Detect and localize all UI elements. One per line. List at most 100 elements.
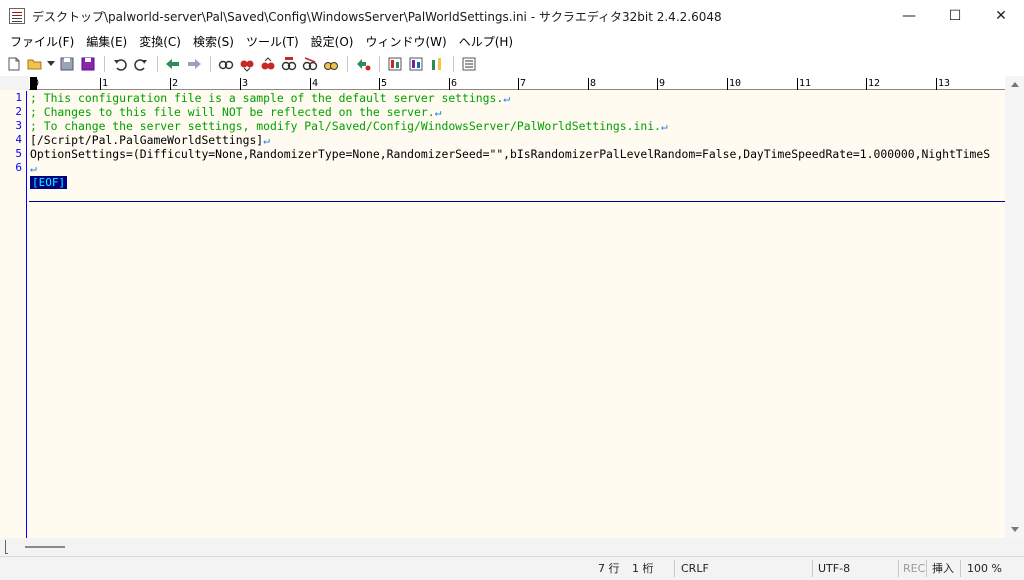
ruler-label: 6 [449, 78, 458, 90]
status-divider [926, 560, 927, 577]
settings-icon[interactable] [427, 54, 447, 74]
ruler-label: 8 [588, 78, 597, 90]
line-number: 6 [15, 161, 22, 174]
sakura-editor-app-icon[interactable] [9, 8, 25, 24]
menu-file[interactable]: ファイル(F) [4, 32, 80, 52]
search-next-icon[interactable] [258, 54, 278, 74]
eol-mark: ↵ [660, 119, 668, 133]
horizontal-scrollbar[interactable] [0, 538, 1024, 556]
jump-back-icon[interactable] [163, 54, 183, 74]
new-file-icon[interactable] [4, 54, 24, 74]
jump-forward-icon[interactable] [184, 54, 204, 74]
toolbar-separator [104, 56, 105, 72]
code-line: [/Script/Pal.PalGameWorldSettings]↵ [30, 133, 270, 147]
line-text: ; This configuration file is a sample of… [30, 91, 504, 105]
line-number: 2 [15, 105, 22, 118]
code-line: ; This configuration file is a sample of… [30, 91, 510, 105]
code-line: OptionSettings=(Difficulty=None,Randomiz… [30, 147, 990, 161]
status-insert-mode[interactable]: 挿入 [932, 557, 954, 580]
maximize-button[interactable]: ☐ [932, 0, 978, 32]
toolbar-separator [210, 56, 211, 72]
menu-bar: ファイル(F) 編集(E) 変換(C) 検索(S) ツール(T) 設定(O) ウ… [0, 32, 1024, 52]
eol-mark: ↵ [263, 133, 271, 147]
outline-icon[interactable] [385, 54, 405, 74]
status-line-ending[interactable]: CRLF [681, 557, 709, 580]
menu-tools[interactable]: ツール(T) [240, 32, 305, 52]
ruler-label: 3 [240, 78, 249, 90]
ruler-label: 0 [31, 78, 40, 90]
line-number: 3 [15, 119, 22, 132]
status-column: 1 桁 [632, 562, 654, 575]
ruler-label: 1 [100, 78, 109, 90]
text-content[interactable]: ; This configuration file is a sample of… [29, 91, 1005, 538]
split-box-icon[interactable] [5, 540, 8, 554]
menu-window[interactable]: ウィンドウ(W) [359, 32, 452, 52]
line-number-gutter[interactable]: 1 2 3 4 5 6 [0, 91, 27, 538]
title-bar: デスクトップ\palworld-server\Pal\Saved\Config\… [0, 0, 1024, 32]
toolbar [0, 52, 1024, 76]
code-line: ↵ [30, 161, 37, 175]
ruler-label: 9 [657, 78, 666, 90]
open-file-icon[interactable] [25, 54, 45, 74]
vertical-scrollbar[interactable] [1005, 76, 1024, 538]
status-rec: REC [903, 562, 926, 575]
ruler-label: 13 [936, 78, 951, 90]
ruler-label: 7 [518, 78, 527, 90]
window-controls: — ☐ ✕ [886, 0, 1024, 32]
status-line: 7 行 [598, 562, 620, 575]
scroll-down-icon[interactable] [1005, 520, 1024, 537]
compare-icon[interactable] [353, 54, 373, 74]
status-divider [812, 560, 813, 577]
line-text: OptionSettings=(Difficulty=None,Randomiz… [30, 147, 991, 161]
open-dropdown-icon[interactable] [46, 54, 56, 74]
window-list-icon[interactable] [459, 54, 479, 74]
eof-line: [EOF] [30, 175, 68, 189]
window-title: デスクトップ\palworld-server\Pal\Saved\Config\… [32, 9, 722, 24]
line-number: 1 [15, 91, 22, 104]
toolbar-separator [453, 56, 454, 72]
ruler-corner [0, 76, 29, 90]
minimize-button[interactable]: — [886, 0, 932, 32]
mark-icon[interactable] [321, 54, 341, 74]
grep-icon[interactable] [300, 54, 320, 74]
save-icon[interactable] [57, 54, 77, 74]
line-number: 5 [15, 147, 22, 160]
menu-search[interactable]: 検索(S) [187, 32, 240, 52]
status-zoom[interactable]: 100 % [967, 557, 1002, 580]
menu-help[interactable]: ヘルプ(H) [453, 32, 519, 52]
ruler-label: 5 [379, 78, 388, 90]
menu-edit[interactable]: 編集(E) [80, 32, 133, 52]
redo-icon[interactable] [131, 54, 151, 74]
ruler-label: 11 [797, 78, 812, 90]
function-list-icon[interactable] [406, 54, 426, 74]
column-ruler: 0 2 1 3 4 5 6 7 8 9 10 11 12 13 [0, 76, 1024, 90]
status-divider [960, 560, 961, 577]
search-icon[interactable] [216, 54, 236, 74]
horizontal-scroll-thumb[interactable] [25, 546, 65, 548]
eol-mark: ↵ [30, 161, 37, 175]
menu-settings[interactable]: 設定(O) [305, 32, 360, 52]
cursor-underline [29, 201, 1005, 202]
close-button[interactable]: ✕ [978, 0, 1024, 32]
replace-icon[interactable] [279, 54, 299, 74]
undo-icon[interactable] [110, 54, 130, 74]
status-divider [674, 560, 675, 577]
status-bar: 7 行 1 桁 CRLF UTF-8 REC 挿入 100 % [0, 556, 1024, 580]
line-text: ; Changes to this file will NOT be refle… [30, 105, 435, 119]
code-line: ; To change the server settings, modify … [30, 119, 668, 133]
ruler-label: 2 [170, 78, 179, 90]
ruler-label: 12 [866, 78, 881, 90]
save-as-icon[interactable] [78, 54, 98, 74]
eol-mark: ↵ [503, 91, 511, 105]
editor-area[interactable]: 0 2 1 3 4 5 6 7 8 9 10 11 12 13 1 2 3 4 … [0, 76, 1024, 538]
toolbar-separator [157, 56, 158, 72]
toolbar-separator [379, 56, 380, 72]
code-line: ; Changes to this file will NOT be refle… [30, 105, 441, 119]
menu-convert[interactable]: 変換(C) [133, 32, 187, 52]
scroll-up-icon[interactable] [1005, 76, 1024, 93]
toolbar-separator [347, 56, 348, 72]
line-number: 4 [15, 133, 22, 146]
status-encoding[interactable]: UTF-8 [818, 557, 850, 580]
search-prev-icon[interactable] [237, 54, 257, 74]
eol-mark: ↵ [434, 105, 442, 119]
